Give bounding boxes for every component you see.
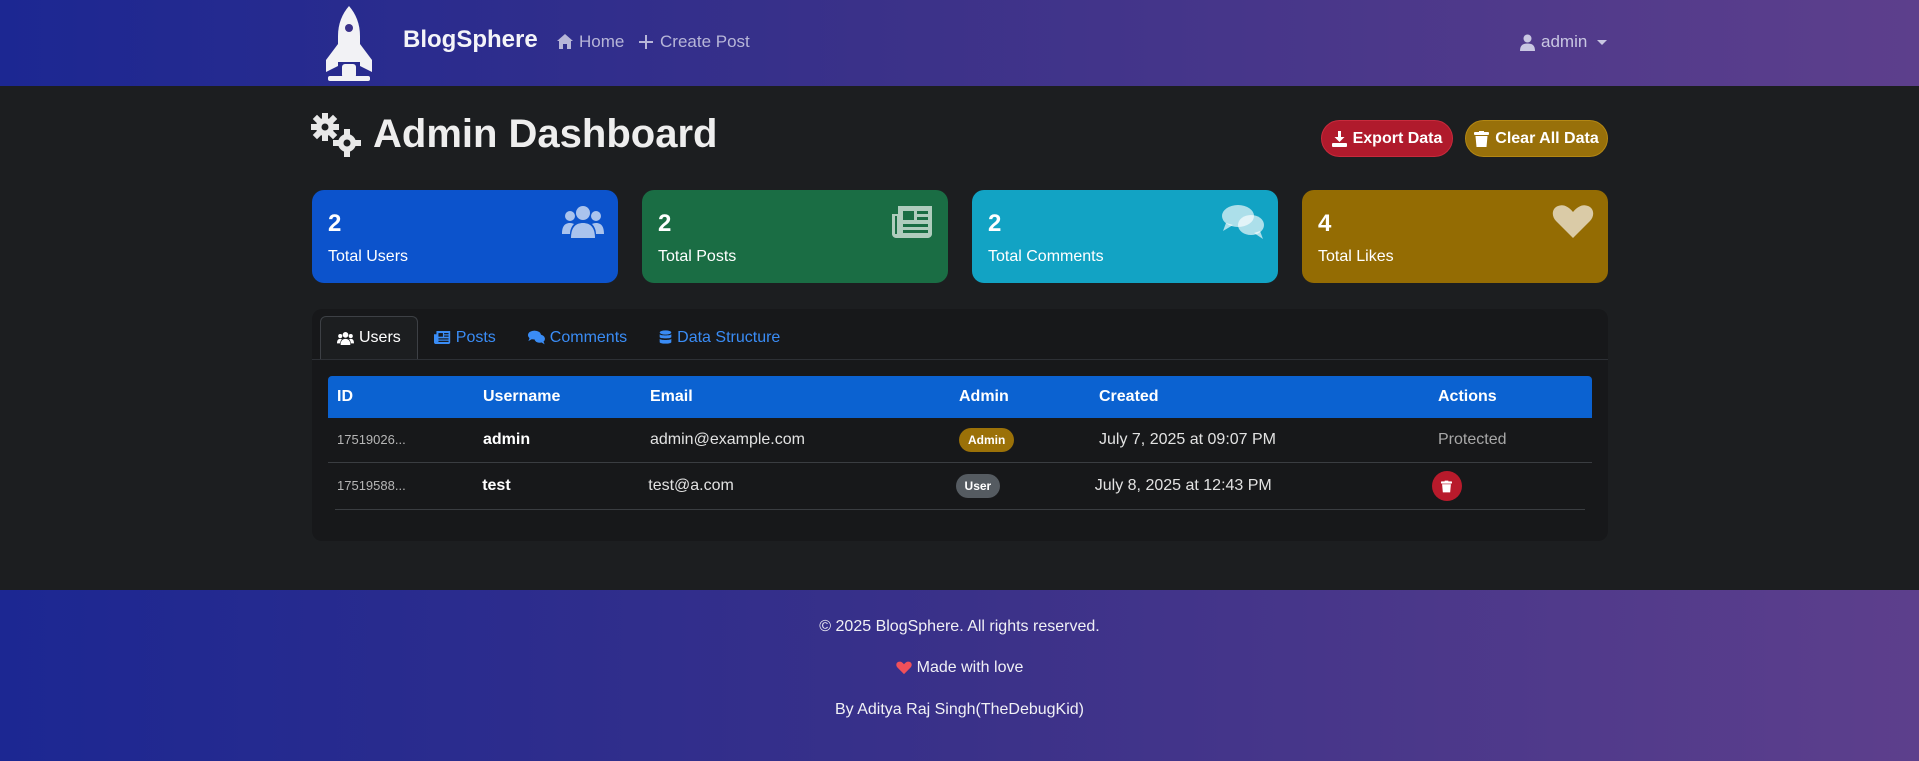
trash-icon — [1441, 480, 1453, 492]
tab-label: Data Structure — [677, 328, 781, 346]
navbar: BlogSphere Home Create Post admin — [0, 0, 1919, 86]
download-icon — [1331, 130, 1347, 147]
stat-value: 2 — [328, 210, 342, 237]
table-header: ID Username Email Admin Created Actions — [328, 376, 1592, 418]
clear-all-data-label: Clear All Data — [1495, 129, 1599, 147]
comments-icon — [527, 330, 545, 345]
role-badge: Admin — [959, 428, 1015, 452]
table-row: 17519588... test test@a.com User July 8,… — [335, 463, 1585, 510]
user-id: 17519026... — [337, 432, 406, 447]
export-data-button[interactable]: Export Data — [1321, 120, 1453, 157]
tab-label: Comments — [549, 328, 628, 346]
username: test — [482, 477, 511, 494]
stat-card-posts: 2 Total Posts — [642, 190, 948, 283]
created-date: July 8, 2025 at 12:43 PM — [1094, 477, 1272, 494]
column-header-created: Created — [1099, 388, 1159, 405]
tab-comments[interactable]: Comments — [512, 316, 643, 359]
column-header-username: Username — [483, 388, 561, 405]
stat-label: Total Users — [328, 248, 409, 265]
tab-users[interactable]: Users — [320, 316, 418, 359]
created-date: July 7, 2025 at 09:07 PM — [1099, 431, 1276, 448]
brand-name[interactable]: BlogSphere — [403, 26, 538, 54]
nav-create-post-link[interactable]: Create Post — [637, 32, 750, 52]
database-icon — [659, 330, 672, 344]
footer-love-label: Made with love — [916, 659, 1024, 676]
comments-icon — [1222, 205, 1264, 239]
home-icon — [557, 34, 573, 49]
column-header-admin: Admin — [959, 388, 1009, 405]
caret-down-icon — [1597, 39, 1608, 45]
heart-icon — [895, 661, 912, 675]
heart-icon — [1552, 205, 1594, 238]
newspaper-icon — [433, 331, 450, 344]
export-data-label: Export Data — [1352, 129, 1443, 147]
stat-card-likes: 4 Total Likes — [1302, 190, 1608, 283]
admin-tabs: Users Posts Comments Data Structure — [320, 316, 796, 360]
stat-value: 2 — [988, 210, 1002, 237]
column-header-actions: Actions — [1438, 388, 1497, 405]
tab-data-structure[interactable]: Data Structure — [643, 316, 796, 359]
stat-card-comments: 2 Total Comments — [972, 190, 1278, 283]
footer-copyright: © 2025 BlogSphere. All rights reserved. — [819, 618, 1100, 635]
newspaper-icon — [892, 206, 932, 238]
column-header-id: ID — [337, 388, 353, 405]
user-id: 17519588... — [337, 478, 406, 493]
stat-value: 2 — [658, 210, 672, 237]
gears-icon — [311, 112, 361, 157]
rocket-logo-icon[interactable] — [320, 4, 378, 82]
user-email: test@a.com — [648, 477, 734, 494]
nav-home-link[interactable]: Home — [556, 32, 624, 52]
delete-user-button[interactable] — [1431, 471, 1462, 501]
trash-icon — [1474, 130, 1490, 147]
role-badge: User — [955, 474, 1001, 498]
user-icon — [1520, 34, 1535, 51]
username: admin — [483, 431, 531, 448]
user-menu-label: admin — [1541, 32, 1588, 51]
tab-label: Users — [359, 329, 401, 346]
column-header-email: Email — [650, 388, 693, 405]
tab-posts[interactable]: Posts — [418, 316, 512, 359]
page-header: Admin Dashboard — [311, 112, 717, 157]
table-row: 17519026... admin admin@example.com Admi… — [328, 418, 1592, 463]
users-icon — [337, 331, 354, 345]
nav-create-label: Create Post — [660, 32, 750, 51]
footer-author: By Aditya Raj Singh(TheDebugKid) — [834, 701, 1085, 718]
stat-label: Total Comments — [988, 248, 1104, 265]
footer: © 2025 BlogSphere. All rights reserved. … — [0, 590, 1919, 761]
footer-made-with-love: Made with love — [0, 659, 1919, 677]
stat-label: Total Posts — [658, 248, 737, 265]
user-email: admin@example.com — [650, 431, 805, 448]
nav-home-label: Home — [579, 32, 625, 51]
admin-tab-panel: Users Posts Comments Data Structure ID U… — [312, 309, 1608, 541]
stat-label: Total Likes — [1318, 248, 1394, 265]
users-icon — [562, 206, 604, 238]
page-title: Admin Dashboard — [373, 112, 718, 156]
user-menu-dropdown[interactable]: admin — [1520, 32, 1608, 52]
users-table: ID Username Email Admin Created Actions … — [328, 376, 1592, 510]
tab-label: Posts — [455, 328, 496, 346]
tab-divider — [312, 359, 1608, 360]
stat-value: 4 — [1318, 210, 1332, 237]
clear-all-data-button[interactable]: Clear All Data — [1465, 120, 1608, 157]
plus-icon — [639, 35, 653, 49]
protected-label: Protected — [1438, 431, 1507, 448]
stat-card-users: 2 Total Users — [312, 190, 618, 283]
